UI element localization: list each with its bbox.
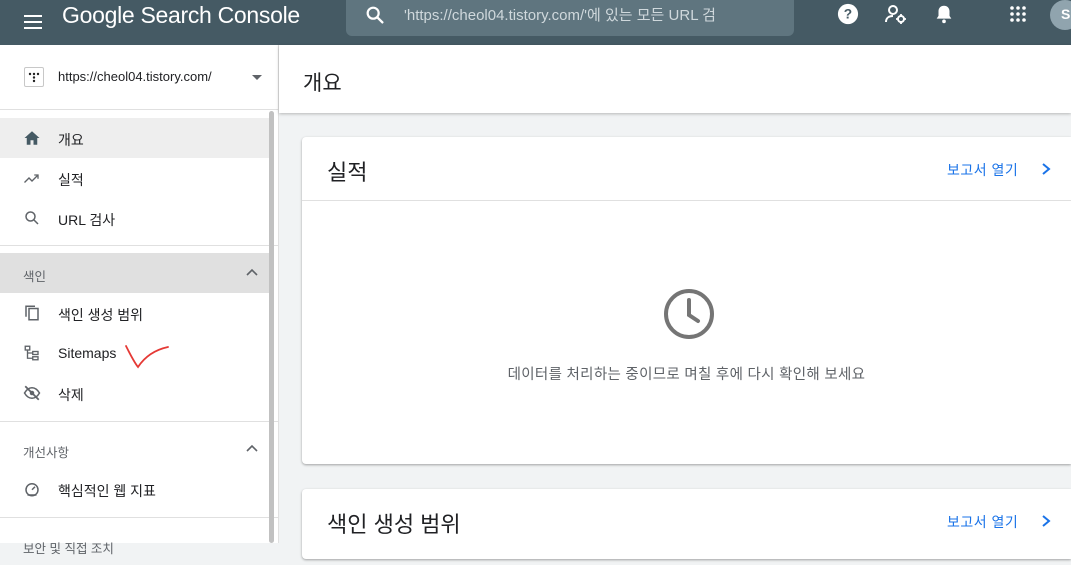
card-divider	[302, 200, 1071, 201]
nav-item-label: URL 검사	[58, 212, 116, 228]
section-label: 색인	[23, 270, 47, 284]
home-icon	[22, 128, 42, 148]
divider	[0, 245, 278, 246]
page-title: 개요	[303, 72, 342, 95]
nav-item-core-web-vitals[interactable]: 핵심적인 웹 지표	[0, 469, 270, 509]
hidden-eye-icon	[22, 383, 42, 403]
nav-item-label: 색인 생성 범위	[58, 307, 144, 323]
chevron-up-icon[interactable]	[244, 265, 260, 281]
performance-card: 실적 보고서 열기 데이터를 처리하는 중이므로 며칠 후에 다시 확인해 보세…	[302, 137, 1071, 464]
account-avatar[interactable]: S	[1050, 0, 1071, 30]
search-icon	[22, 208, 42, 228]
section-label: 보안 및 직접 조치	[23, 542, 114, 556]
section-header-index[interactable]: 색인	[0, 253, 270, 293]
search-icon[interactable]	[364, 4, 386, 26]
chevron-right-icon[interactable]	[1039, 514, 1053, 528]
section-label: 개선사항	[23, 446, 70, 460]
nav-item-overview[interactable]: 개요	[0, 118, 270, 158]
nav-item-performance[interactable]: 실적	[0, 158, 270, 198]
nav-item-coverage[interactable]: 색인 생성 범위	[0, 293, 270, 333]
nav-item-label: 개요	[58, 132, 84, 148]
nav-item-label: 실적	[58, 172, 84, 188]
trending-up-icon	[22, 168, 42, 188]
card-title: 색인 생성 범위	[327, 512, 461, 537]
chevron-right-icon[interactable]	[1039, 162, 1053, 176]
sidebar: https://cheol04.tistory.com/ 개요 실적 URL 검…	[0, 45, 279, 556]
search-input[interactable]	[404, 4, 784, 26]
copy-pages-icon	[22, 303, 42, 323]
search-bar[interactable]	[346, 0, 794, 36]
chevron-up-icon[interactable]	[244, 441, 260, 457]
page-header: 개요	[279, 45, 1071, 113]
chevron-down-icon[interactable]	[252, 75, 262, 80]
clock-icon	[664, 289, 714, 339]
help-icon[interactable]: ?	[836, 2, 860, 26]
section-header-security[interactable]: 보안 및 직접 조치	[0, 525, 270, 565]
speed-gauge-icon	[22, 479, 42, 499]
divider	[0, 421, 278, 422]
coverage-card: 색인 생성 범위 보고서 열기	[302, 489, 1071, 559]
sidebar-scrollbar[interactable]	[269, 111, 274, 543]
open-report-link[interactable]: 보고서 열기	[947, 160, 1018, 180]
card-title: 실적	[327, 160, 368, 185]
site-favicon-icon	[24, 67, 44, 87]
property-url: https://cheol04.tistory.com/	[58, 69, 212, 84]
notifications-bell-icon[interactable]	[932, 2, 956, 26]
sitemap-icon	[22, 343, 42, 363]
open-report-link[interactable]: 보고서 열기	[947, 512, 1018, 532]
nav-item-label: 삭제	[58, 387, 84, 403]
nav-item-label: Sitemaps	[58, 345, 117, 361]
nav-item-removals[interactable]: 삭제	[0, 373, 270, 413]
nav-item-label: 핵심적인 웹 지표	[58, 483, 156, 499]
section-header-enhancements[interactable]: 개선사항	[0, 429, 270, 469]
menu-icon[interactable]	[22, 10, 46, 34]
svg-text:?: ?	[844, 7, 852, 22]
red-check-annotation	[125, 345, 169, 369]
app-title[interactable]: Google Search Console	[62, 3, 300, 27]
processing-message: 데이터를 처리하는 중이므로 며칠 후에 다시 확인해 보세요	[507, 367, 866, 383]
top-app-bar: Google Search Console ? S	[0, 0, 1071, 45]
apps-grid-icon[interactable]	[1006, 2, 1030, 26]
manage-users-icon[interactable]	[884, 2, 908, 26]
nav-item-url-inspection[interactable]: URL 검사	[0, 198, 270, 238]
property-selector[interactable]: https://cheol04.tistory.com/	[0, 45, 278, 110]
divider	[0, 517, 278, 518]
